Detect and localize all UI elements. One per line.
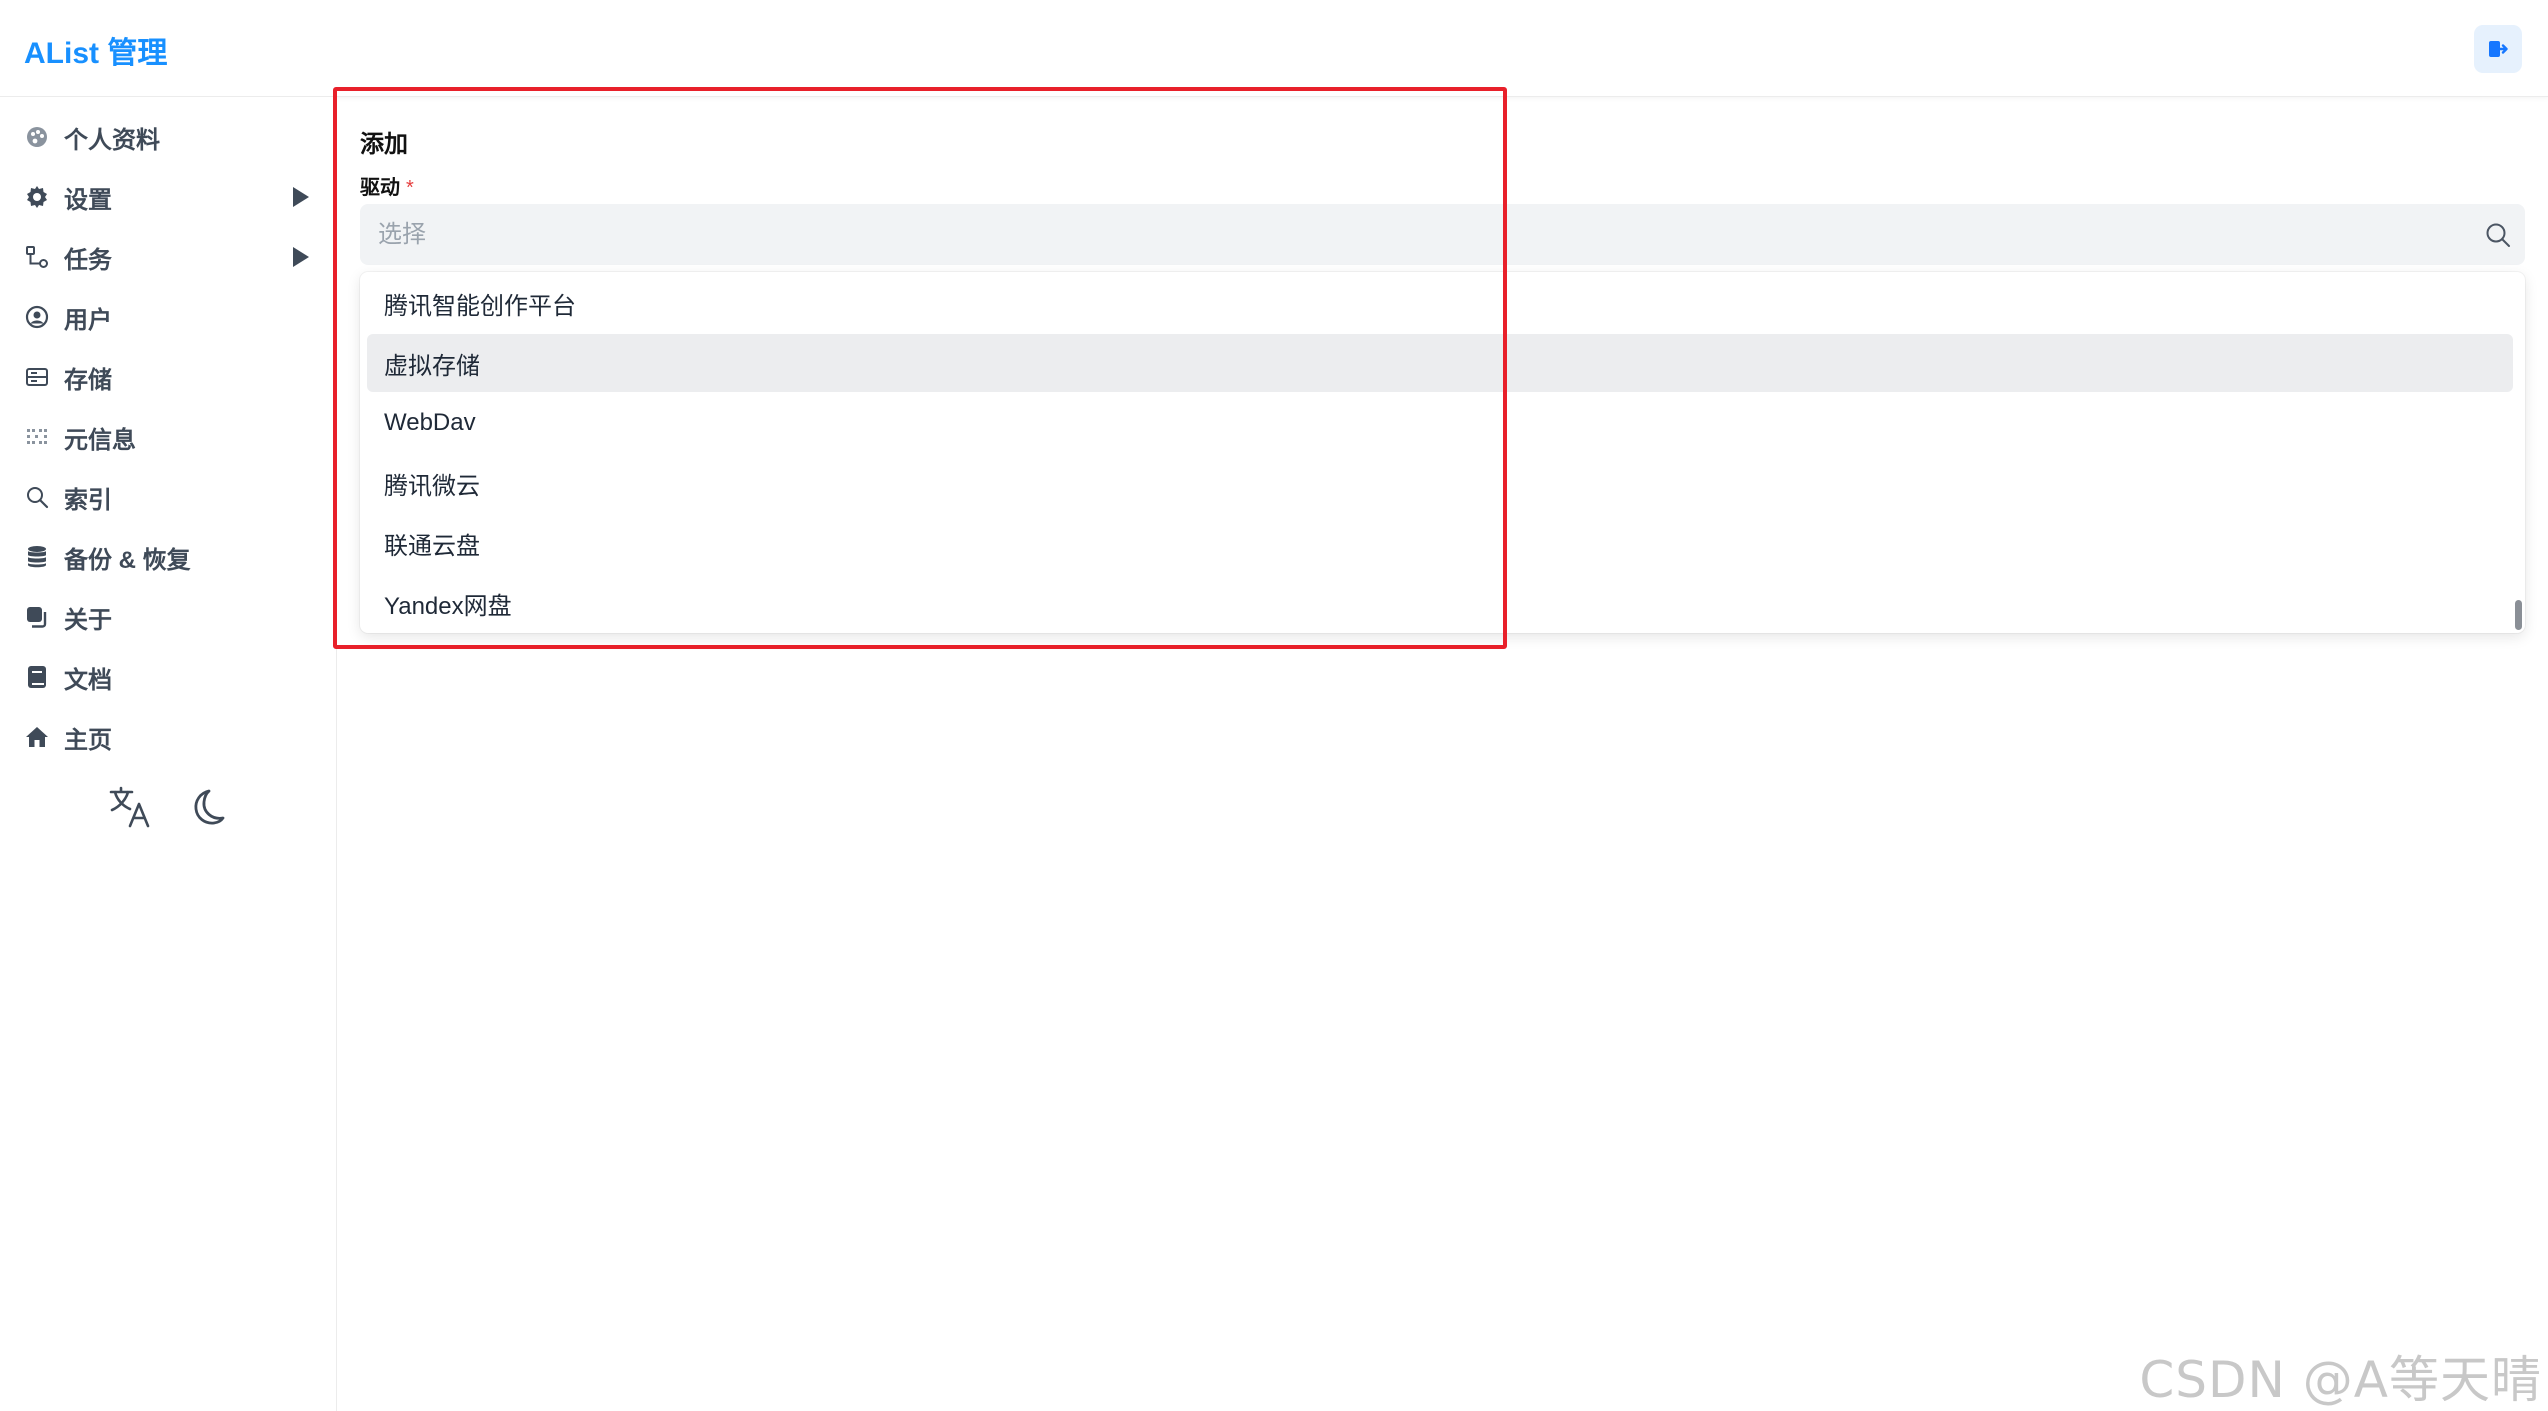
option-label: WebDav xyxy=(384,409,476,436)
sidebar-item-index[interactable]: 索引 xyxy=(0,471,337,523)
logout-icon xyxy=(2489,41,2508,57)
dropdown-option-active[interactable]: 虚拟存储 xyxy=(367,334,2513,392)
option-label: 虚拟存储 xyxy=(384,352,480,380)
sidebar-item-label: 关于 xyxy=(64,606,112,634)
option-label: 联通云盘 xyxy=(384,532,480,560)
sidebar-item-label: 主页 xyxy=(64,726,112,754)
driver-select[interactable] xyxy=(360,204,2525,265)
driver-search-input[interactable] xyxy=(360,204,2525,265)
driver-label-text: 驱动 xyxy=(360,177,400,199)
driver-field-label: 驱动 * xyxy=(360,171,414,200)
driver-dropdown-list: 腾讯智能创作平台 虚拟存储 WebDav 腾讯微云 联通云盘 Yandex网盘 xyxy=(360,272,2525,633)
sidebar-item-label: 索引 xyxy=(64,486,112,514)
sidebar-item-about[interactable]: 关于 xyxy=(0,591,337,643)
user-circle-icon xyxy=(24,304,50,330)
sidebar-item-docs[interactable]: 文档 xyxy=(0,651,337,703)
home-icon xyxy=(24,724,50,750)
sidebar-item-label: 设置 xyxy=(64,186,112,214)
option-label: 腾讯智能创作平台 xyxy=(384,292,576,320)
dropdown-option[interactable]: 联通云盘 xyxy=(367,514,2513,572)
sidebar-item-label: 元信息 xyxy=(64,426,136,454)
workflow-icon xyxy=(24,244,50,270)
watermark: CSDN @A等天晴 xyxy=(2139,1351,2542,1409)
sidebar-item-settings[interactable]: 设置 xyxy=(0,171,337,223)
gear-icon xyxy=(24,184,50,210)
database-icon xyxy=(24,544,50,570)
sidebar-item-meta[interactable]: 元信息 xyxy=(0,411,337,463)
dropdown-option[interactable]: WebDav xyxy=(367,394,2513,452)
copy-icon xyxy=(24,604,50,630)
page-title: 添加 xyxy=(360,131,408,158)
sidebar-item-backup-restore[interactable]: 备份 & 恢复 xyxy=(0,531,337,583)
expand-arrow-icon[interactable] xyxy=(293,187,309,207)
sidebar-item-label: 文档 xyxy=(64,666,112,694)
option-label: Yandex网盘 xyxy=(384,592,512,620)
translate-icon[interactable] xyxy=(108,785,152,829)
dropdown-option[interactable]: 腾讯微云 xyxy=(367,454,2513,512)
app-title[interactable]: AList 管理 xyxy=(24,28,167,72)
search-icon xyxy=(24,484,50,510)
dropdown-option[interactable]: 腾讯智能创作平台 xyxy=(367,274,2513,332)
sidebar-footer xyxy=(108,785,228,829)
sidebar-item-tasks[interactable]: 任务 xyxy=(0,231,337,283)
moon-icon[interactable] xyxy=(184,785,228,829)
storage-icon xyxy=(24,364,50,390)
sidebar-item-home[interactable]: 主页 xyxy=(0,711,337,763)
sidebar: 个人资料 设置 任务 用户 存储 元信息 索引 备份 & 恢复 关于 文档 主页 xyxy=(0,97,337,1411)
dropdown-option[interactable]: Yandex网盘 xyxy=(367,574,2513,632)
required-marker: * xyxy=(406,177,414,199)
sidebar-item-profile[interactable]: 个人资料 xyxy=(0,111,337,163)
option-label: 腾讯微云 xyxy=(384,472,480,500)
dropdown-scrollbar[interactable] xyxy=(2515,600,2522,630)
sidebar-item-label: 任务 xyxy=(64,246,112,274)
sidebar-item-label: 备份 & 恢复 xyxy=(64,546,191,574)
sidebar-item-storage[interactable]: 存储 xyxy=(0,351,337,403)
logout-button[interactable] xyxy=(2474,25,2522,73)
sidebar-item-label: 个人资料 xyxy=(64,126,160,154)
book-icon xyxy=(24,664,50,690)
sidebar-item-label: 存储 xyxy=(64,366,112,394)
sidebar-item-users[interactable]: 用户 xyxy=(0,291,337,343)
palette-icon xyxy=(24,124,50,150)
search-icon xyxy=(2486,223,2510,247)
expand-arrow-icon[interactable] xyxy=(293,247,309,267)
sidebar-item-label: 用户 xyxy=(64,306,112,334)
top-header: AList 管理 xyxy=(0,0,2548,97)
meta-icon xyxy=(24,424,50,450)
